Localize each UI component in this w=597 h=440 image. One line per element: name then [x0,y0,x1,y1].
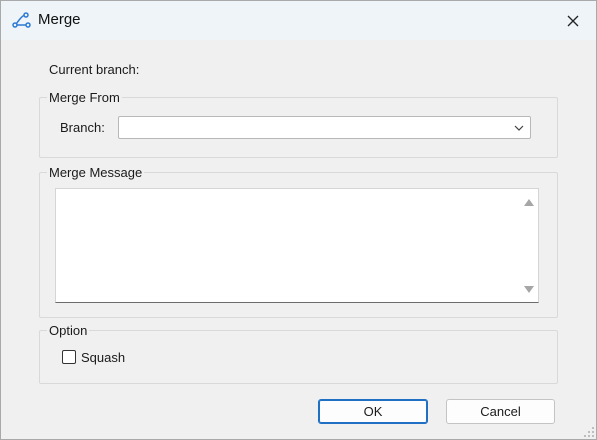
scroll-up-arrow-icon[interactable] [524,198,534,206]
merge-from-legend: Merge From [47,90,122,105]
squash-checkbox[interactable] [62,350,76,364]
option-legend: Option [47,323,90,338]
chevron-down-icon [514,125,524,131]
scroll-down-arrow-icon[interactable] [524,286,534,294]
cancel-button[interactable]: Cancel [446,399,555,424]
window-title: Merge [38,11,81,28]
message-scrollbar[interactable] [519,189,538,302]
merge-message-legend: Merge Message [47,165,145,180]
close-button[interactable] [550,1,596,40]
branch-select[interactable] [118,116,531,139]
close-icon [567,15,579,26]
resize-grip-icon[interactable] [584,427,594,437]
branch-label: Branch: [60,120,105,135]
squash-label[interactable]: Squash [81,350,125,365]
merge-dialog: Merge Current branch: Merge From Branch:… [0,0,597,440]
merge-message-textarea[interactable] [55,188,539,303]
ok-button[interactable]: OK [318,399,428,424]
merge-branch-icon [12,12,31,28]
current-branch-label: Current branch: [49,62,140,77]
title-bar: Merge [1,1,596,40]
